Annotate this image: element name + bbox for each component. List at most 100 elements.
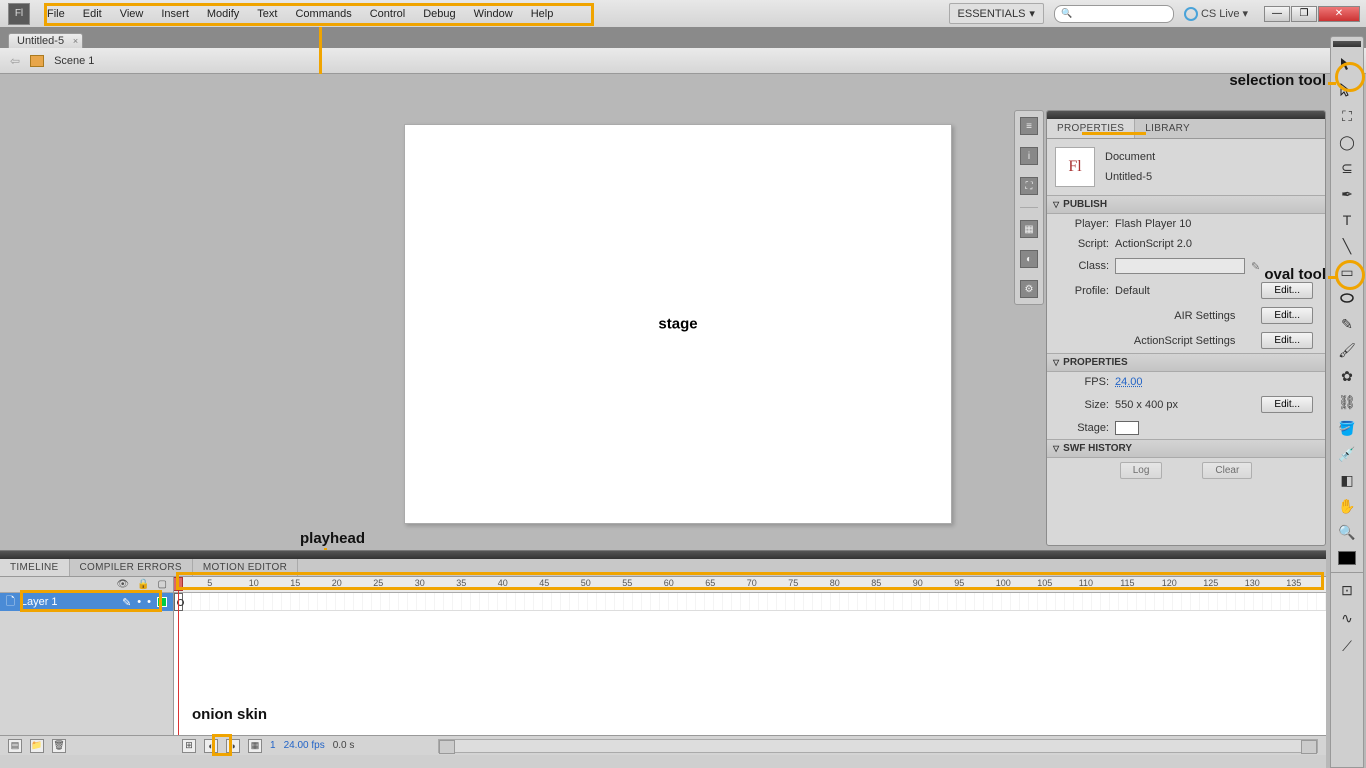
lock-icon[interactable]: 🔒 [137, 579, 149, 590]
layer-column: 👁 🔒 ▢ 🗋Layer 1 ✎ •• [0, 577, 174, 735]
frames-area[interactable]: 1510152025303540455055606570758085909510… [174, 577, 1326, 735]
scene-name[interactable]: Scene 1 [54, 55, 94, 67]
menu-modify[interactable]: Modify [198, 8, 248, 20]
zoom-tool[interactable]: 🔍 [1335, 521, 1359, 543]
menu-text[interactable]: Text [248, 8, 286, 20]
tools-panel: ⛶ ◯ ⊆ ✒ T ╲ ▭ ✎ 🖌 ✿ ⛓ 🪣 💉 ◧ ✋ 🔍 [1330, 36, 1364, 600]
edit-multiple-frames-button[interactable]: ▦ [248, 739, 262, 753]
library-panel-icon[interactable]: ⚙ [1020, 280, 1038, 298]
clear-button[interactable]: Clear [1202, 462, 1252, 479]
subselection-tool[interactable] [1335, 79, 1359, 101]
document-icon: Fl [1055, 147, 1095, 187]
tab-properties[interactable]: PROPERTIES [1047, 119, 1135, 138]
onion-skin-button[interactable]: ◐ [204, 739, 218, 753]
section-swf-history[interactable]: SWF HISTORY [1047, 439, 1325, 458]
hand-tool[interactable]: ✋ [1335, 495, 1359, 517]
document-tab[interactable]: Untitled-5× [8, 33, 83, 48]
pencil-tool[interactable]: ✎ [1335, 313, 1359, 335]
fps-display[interactable]: 24.00 fps [284, 740, 325, 751]
stage-color-swatch[interactable] [1115, 421, 1139, 435]
script-value: ActionScript 2.0 [1115, 238, 1313, 250]
menu-window[interactable]: Window [465, 8, 522, 20]
eyedropper-tool[interactable]: 💉 [1335, 443, 1359, 465]
menu-view[interactable]: View [111, 8, 153, 20]
size-label: Size: [1059, 399, 1109, 411]
swatches-panel-icon[interactable]: ▦ [1020, 220, 1038, 238]
onion-skin-outlines-button[interactable]: ◑ [226, 739, 240, 753]
window-restore[interactable]: ❐ [1291, 6, 1317, 22]
size-value: 550 x 400 px [1115, 399, 1178, 411]
visibility-icon[interactable]: 👁 [116, 579, 129, 590]
log-button[interactable]: Log [1120, 462, 1163, 479]
profile-edit-button[interactable]: Edit... [1261, 282, 1313, 299]
air-edit-button[interactable]: Edit... [1261, 307, 1313, 324]
section-publish[interactable]: PUBLISH [1047, 195, 1325, 214]
search-input[interactable] [1054, 5, 1174, 23]
timeline-footer: ▤ 📁 🗑 ⊞ ◐ ◑ ▦ 1 24.00 fps 0.0 s [0, 735, 1326, 755]
workspace-switcher[interactable]: ESSENTIALS ▾ [949, 3, 1044, 24]
section-properties[interactable]: PROPERTIES [1047, 353, 1325, 372]
outline-icon[interactable]: ▢ [158, 579, 167, 590]
tab-library[interactable]: LIBRARY [1135, 119, 1200, 138]
script-label: Script: [1059, 238, 1109, 250]
eraser-tool[interactable]: ◧ [1335, 469, 1359, 491]
tab-motion-editor[interactable]: MOTION EDITOR [193, 559, 298, 576]
color-panel-icon[interactable]: ◐ [1020, 250, 1038, 268]
layer-name[interactable]: Layer 1 [21, 596, 58, 608]
free-transform-tool[interactable]: ⛶ [1335, 105, 1359, 127]
straighten-option[interactable]: ⟋ [1335, 635, 1359, 657]
pen-tool[interactable]: ✒ [1335, 183, 1359, 205]
layer-row[interactable]: 🗋Layer 1 ✎ •• [0, 593, 173, 611]
menu-help[interactable]: Help [522, 8, 563, 20]
oval-tool[interactable] [1335, 287, 1359, 309]
text-tool[interactable]: T [1335, 209, 1359, 231]
delete-layer-button[interactable]: 🗑 [52, 739, 66, 753]
transform-panel-icon[interactable]: ⛶ [1020, 177, 1038, 195]
menu-control[interactable]: Control [361, 8, 414, 20]
rectangle-tool[interactable]: ▭ [1335, 261, 1359, 283]
stage[interactable]: stage [404, 124, 952, 524]
size-edit-button[interactable]: Edit... [1261, 396, 1313, 413]
window-minimize[interactable]: — [1264, 6, 1290, 22]
scene-icon [30, 55, 44, 67]
stroke-color[interactable] [1335, 547, 1359, 569]
playhead[interactable] [178, 577, 179, 735]
collapsed-panel-dock: ≡ i ⛶ ▦ ◐ ⚙ [1014, 110, 1044, 305]
close-tab-icon[interactable]: × [73, 36, 78, 46]
lasso-tool[interactable]: ⊆ [1335, 157, 1359, 179]
playhead-marker[interactable] [174, 577, 183, 591]
tab-timeline[interactable]: TIMELINE [0, 559, 70, 576]
line-tool[interactable]: ╲ [1335, 235, 1359, 257]
cs-live-button[interactable]: CS Live ▾ [1184, 7, 1248, 21]
fps-label: FPS: [1059, 376, 1109, 388]
frame-ruler[interactable]: 1510152025303540455055606570758085909510… [174, 577, 1326, 593]
as-edit-button[interactable]: Edit... [1261, 332, 1313, 349]
deco-tool[interactable]: ✿ [1335, 365, 1359, 387]
smooth-option[interactable]: ∿ [1335, 607, 1359, 629]
snap-option[interactable]: ⊡ [1335, 579, 1359, 601]
menu-commands[interactable]: Commands [286, 8, 360, 20]
window-close[interactable]: ✕ [1318, 6, 1360, 22]
new-layer-button[interactable]: ▤ [8, 739, 22, 753]
paint-bucket-tool[interactable]: 🪣 [1335, 417, 1359, 439]
brush-tool[interactable]: 🖌 [1335, 339, 1359, 361]
menu-file[interactable]: File [38, 8, 74, 20]
info-panel-icon[interactable]: i [1020, 147, 1038, 165]
class-input[interactable] [1115, 258, 1245, 274]
new-folder-button[interactable]: 📁 [30, 739, 44, 753]
tab-compiler-errors[interactable]: COMPILER ERRORS [70, 559, 193, 576]
back-arrow-icon[interactable]: ⇦ [10, 54, 20, 68]
menu-debug[interactable]: Debug [414, 8, 464, 20]
menu-insert[interactable]: Insert [152, 8, 198, 20]
align-panel-icon[interactable]: ≡ [1020, 117, 1038, 135]
timeline-scrollbar[interactable] [438, 739, 1318, 753]
bone-tool[interactable]: ⛓ [1335, 391, 1359, 413]
center-frame-button[interactable]: ⊞ [182, 739, 196, 753]
selection-tool[interactable] [1335, 53, 1359, 75]
document-tabs: Untitled-5× [0, 28, 1366, 48]
menu-edit[interactable]: Edit [74, 8, 111, 20]
current-frame[interactable]: 1 [270, 740, 276, 751]
pencil-icon[interactable]: ✎ [1251, 260, 1260, 273]
3d-rotation-tool[interactable]: ◯ [1335, 131, 1359, 153]
fps-value[interactable]: 24.00 [1115, 376, 1143, 388]
